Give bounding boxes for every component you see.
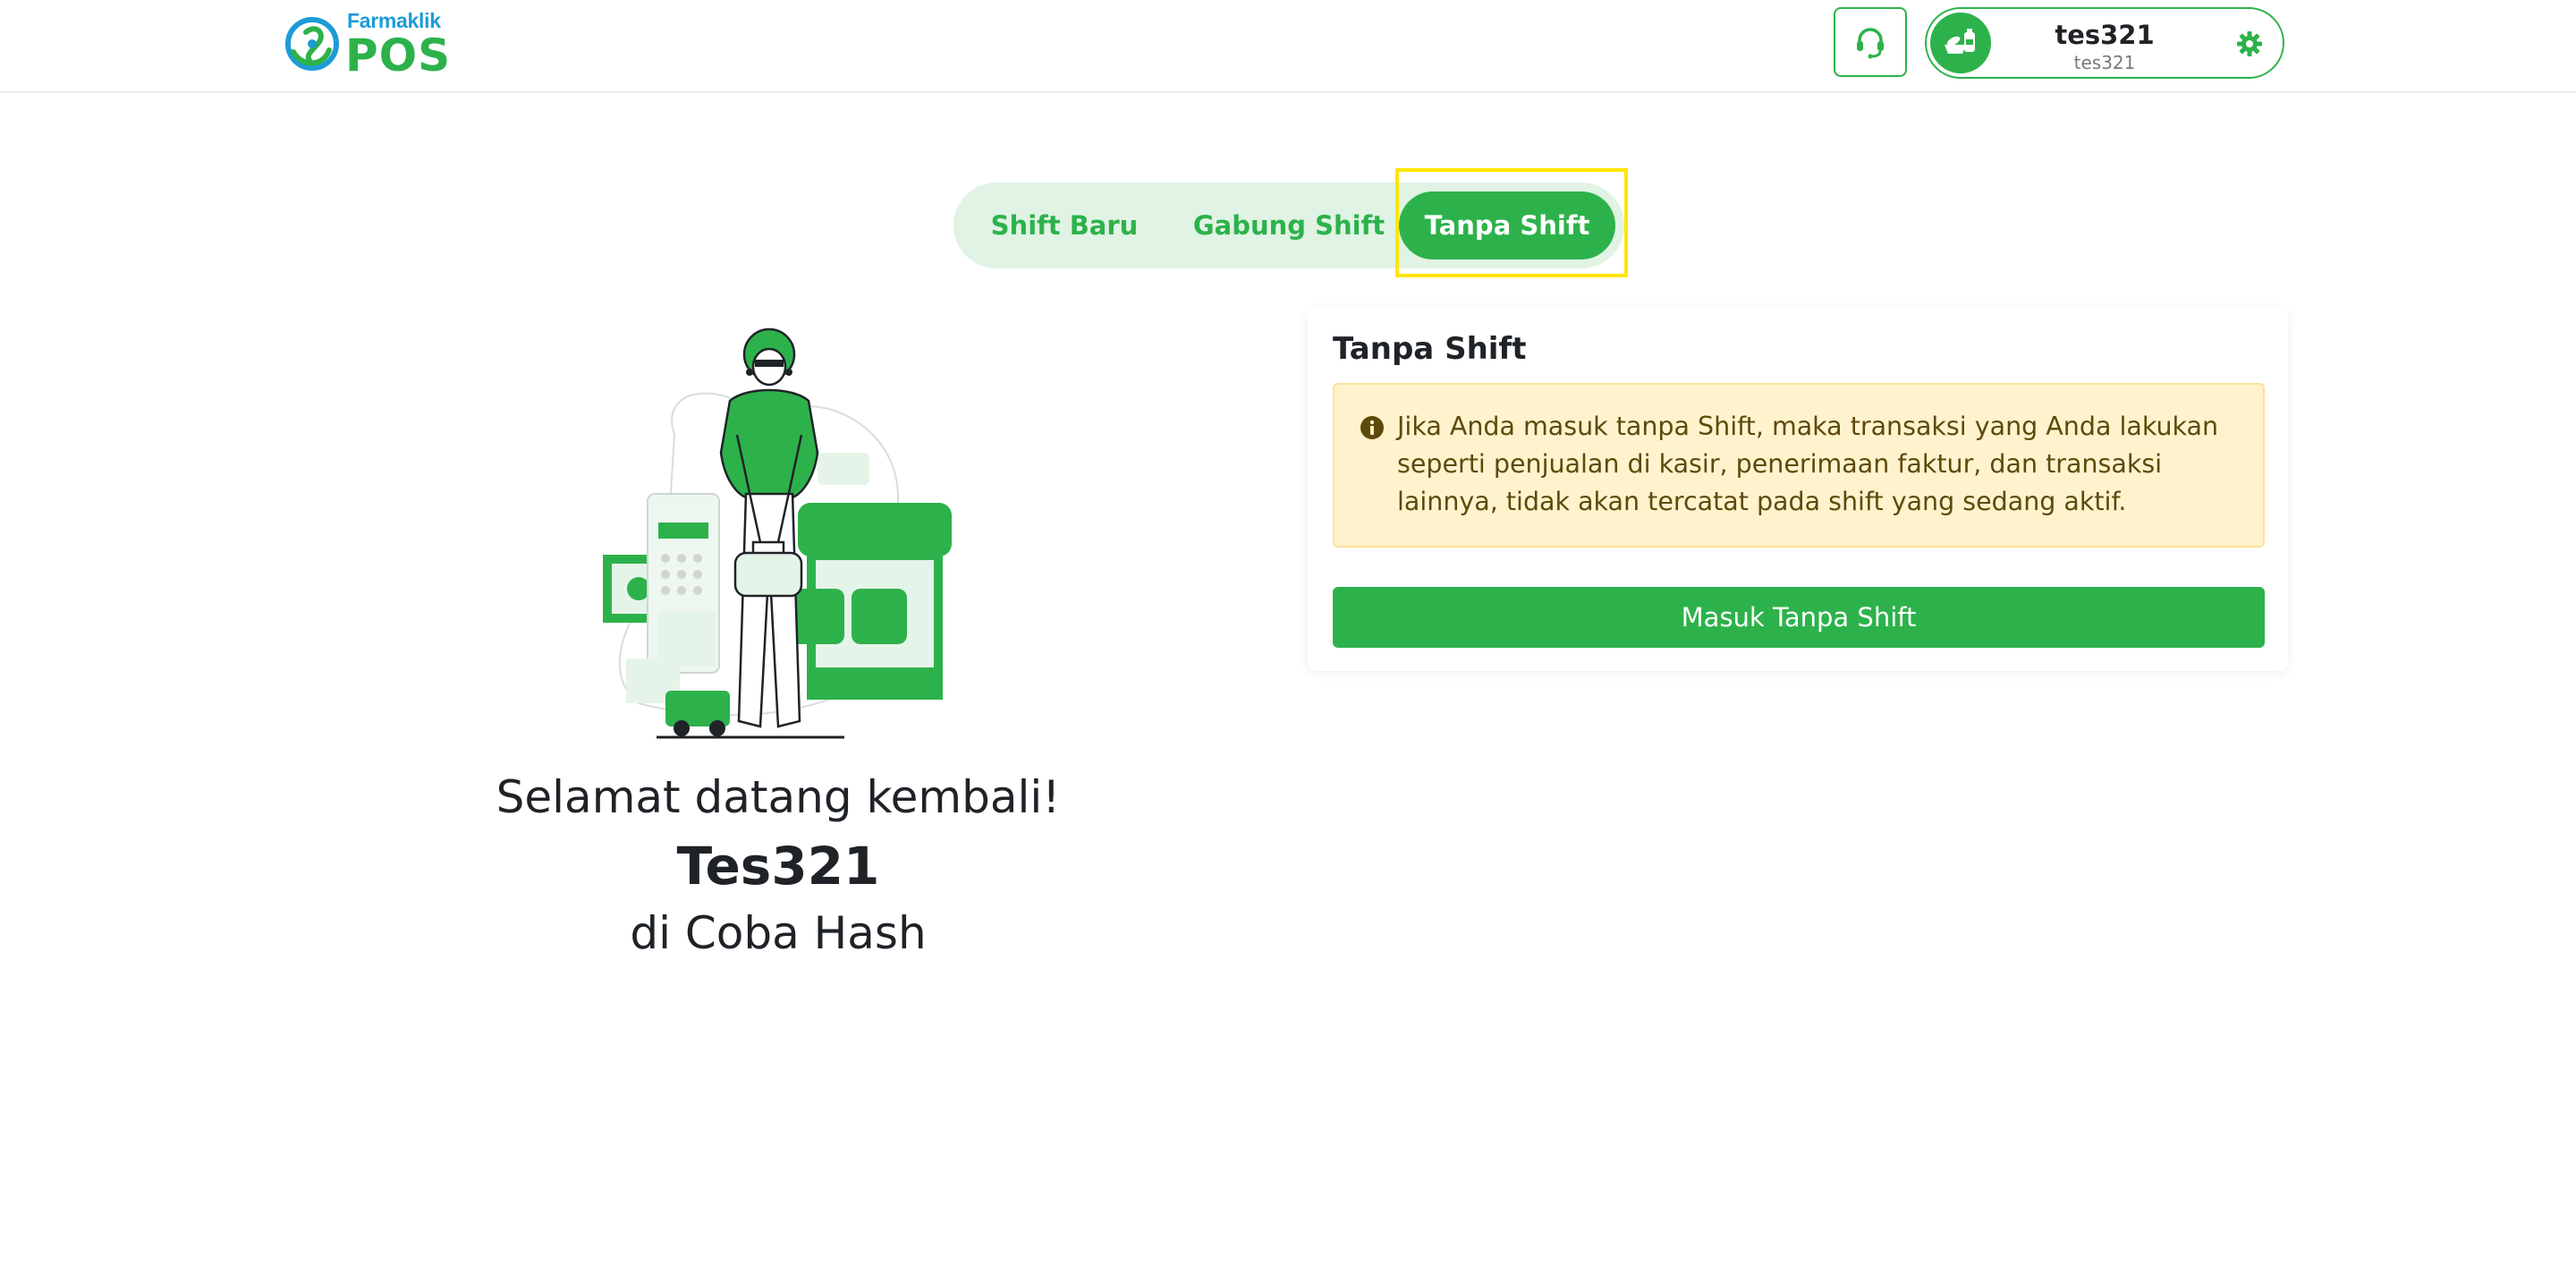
warning-alert: Jika Anda masuk tanpa Shift, maka transa… <box>1333 383 2265 548</box>
top-bar: Farmaklik POS tes321 tes321 <box>0 0 2576 93</box>
card-title: Tanpa Shift <box>1333 331 1527 367</box>
tab-tanpa-shift[interactable]: Tanpa Shift <box>1399 191 1615 259</box>
user-username: tes321 <box>2073 52 2136 73</box>
masuk-tanpa-shift-button[interactable]: Masuk Tanpa Shift <box>1333 587 2265 648</box>
support-button[interactable] <box>1834 7 1907 77</box>
welcome-illustration <box>603 327 952 739</box>
farmaklik-pos-logo[interactable]: Farmaklik POS <box>284 8 452 81</box>
shift-tabs: Shift Baru Gabung Shift Tanpa Shift <box>953 183 1624 268</box>
tab-gabung-shift[interactable]: Gabung Shift <box>1177 183 1401 268</box>
headset-icon <box>1857 28 1884 59</box>
welcome-greeting: Selamat datang kembali! <box>496 771 1061 823</box>
logo-big-text: POS <box>345 29 452 81</box>
gear-icon[interactable] <box>2236 30 2263 57</box>
user-name: tes321 <box>2055 20 2155 50</box>
logo-small-text: Farmaklik <box>347 8 441 32</box>
welcome-user-name: Tes321 <box>676 836 880 896</box>
tab-shift-baru[interactable]: Shift Baru <box>971 183 1157 268</box>
user-profile-menu[interactable]: tes321 tes321 <box>1925 7 2284 79</box>
logo-mark-icon <box>285 17 339 71</box>
info-icon <box>1360 416 1384 439</box>
welcome-location: di Coba Hash <box>630 907 927 959</box>
tanpa-shift-card: Tanpa Shift Jika Anda masuk tanpa Shift,… <box>1308 308 2288 671</box>
alert-message: Jika Anda masuk tanpa Shift, maka transa… <box>1397 412 2219 516</box>
